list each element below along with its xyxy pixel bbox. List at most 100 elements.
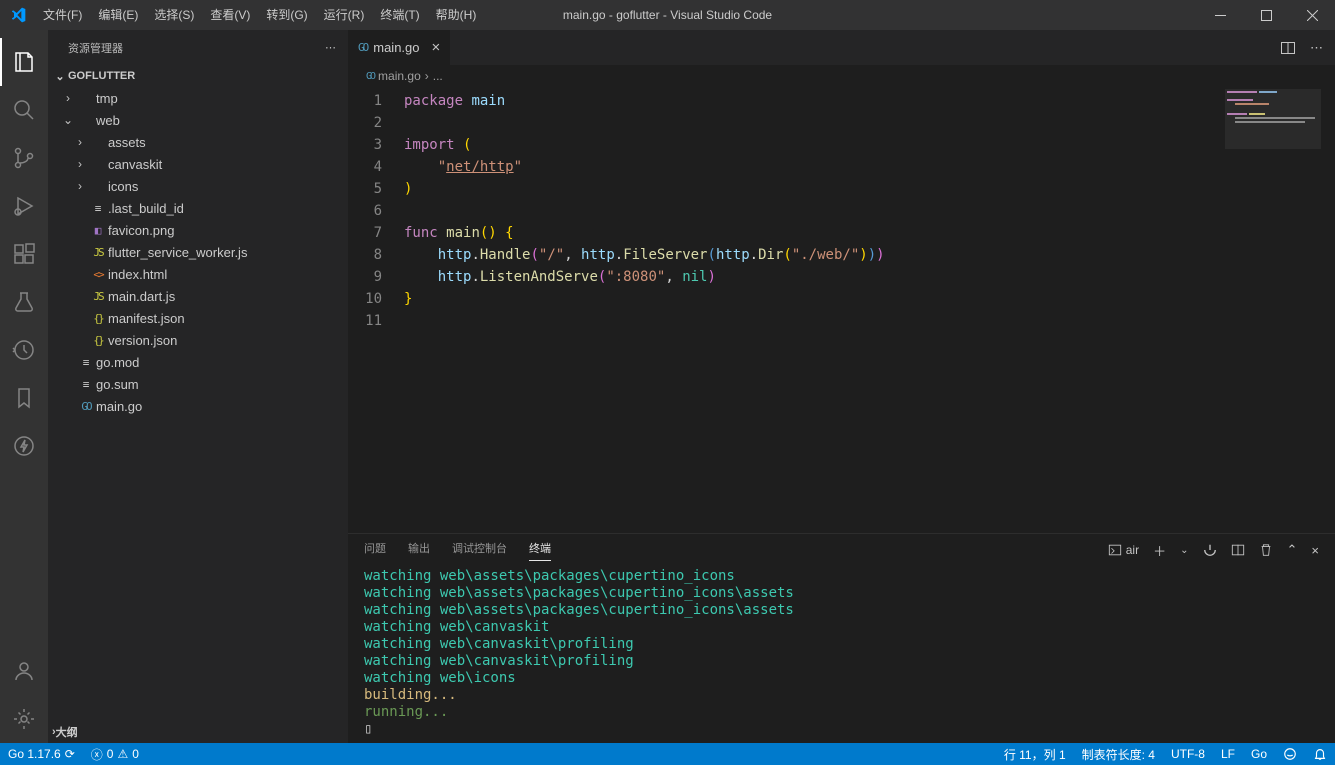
search-icon[interactable] bbox=[0, 86, 48, 134]
new-terminal-icon[interactable]: ＋ bbox=[1153, 541, 1166, 560]
tree-item-label: favicon.png bbox=[108, 223, 175, 238]
maximize-panel-icon[interactable]: ⌃ bbox=[1287, 542, 1298, 558]
twistie-icon: › bbox=[72, 135, 88, 149]
split-terminal-icon[interactable] bbox=[1231, 543, 1245, 557]
breadcrumbs[interactable]: GO main.go › ... bbox=[348, 65, 1335, 87]
panel-tab[interactable]: 输出 bbox=[408, 540, 430, 561]
bookmark-icon[interactable] bbox=[0, 374, 48, 422]
warning-icon: ⚠ bbox=[117, 747, 128, 761]
terminal-profile[interactable]: air bbox=[1108, 543, 1139, 557]
twistie-icon: › bbox=[72, 157, 88, 171]
chevron-right-icon: › bbox=[425, 69, 429, 83]
account-icon[interactable] bbox=[0, 647, 48, 695]
tree-item-label: .last_build_id bbox=[108, 201, 184, 216]
tree-item[interactable]: ≡go.mod bbox=[48, 351, 348, 373]
twistie-icon: › bbox=[60, 91, 76, 105]
terminal-body[interactable]: watching web\assets\packages\cupertino_i… bbox=[348, 566, 1335, 743]
menu-item[interactable]: 帮助(H) bbox=[428, 0, 485, 30]
tree-item-label: index.html bbox=[108, 267, 167, 282]
status-language[interactable]: Go bbox=[1243, 746, 1275, 763]
tree-item-label: manifest.json bbox=[108, 311, 185, 326]
run-debug-icon[interactable] bbox=[0, 182, 48, 230]
panel-tab[interactable]: 问题 bbox=[364, 540, 386, 561]
tree-item[interactable]: JSmain.dart.js bbox=[48, 285, 348, 307]
tree-item[interactable]: ◧favicon.png bbox=[48, 219, 348, 241]
tree-item[interactable]: ›icons bbox=[48, 175, 348, 197]
tree-item[interactable]: › canvaskit bbox=[48, 153, 348, 175]
sidebar: 资源管理器 ⋯ ⌄ GOFLUTTER ›tmp⌄web›assets›canv… bbox=[48, 30, 348, 743]
tree-item-label: main.dart.js bbox=[108, 289, 175, 304]
tree-item-label: main.go bbox=[96, 399, 142, 414]
split-editor-icon[interactable] bbox=[1280, 40, 1296, 56]
maximize-button[interactable] bbox=[1243, 0, 1289, 30]
tree-item[interactable]: GOmain.go bbox=[48, 395, 348, 417]
file-icon: <> bbox=[88, 268, 108, 281]
outline-header[interactable]: › 大纲 bbox=[48, 721, 348, 743]
file-tree: ›tmp⌄web›assets›canvaskit›icons≡.last_bu… bbox=[48, 87, 348, 417]
status-feedback-icon[interactable] bbox=[1275, 746, 1305, 763]
close-button[interactable] bbox=[1289, 0, 1335, 30]
tree-item[interactable]: ⌄ web bbox=[48, 109, 348, 131]
project-header[interactable]: ⌄ GOFLUTTER bbox=[48, 65, 348, 87]
twistie-icon: ⌄ bbox=[60, 113, 76, 127]
sidebar-more-icon[interactable]: ⋯ bbox=[325, 41, 336, 54]
status-problems[interactable]: ⓧ0 ⚠0 bbox=[83, 746, 147, 763]
close-tab-icon[interactable]: × bbox=[432, 39, 441, 56]
menu-item[interactable]: 转到(G) bbox=[258, 0, 315, 30]
tree-item[interactable]: JSflutter_service_worker.js bbox=[48, 241, 348, 263]
file-icon: ≡ bbox=[88, 202, 108, 215]
panel-tab[interactable]: 终端 bbox=[529, 540, 551, 561]
menu-item[interactable]: 编辑(E) bbox=[90, 0, 146, 30]
tree-item[interactable]: › tmp bbox=[48, 87, 348, 109]
kill-terminal-icon[interactable] bbox=[1203, 543, 1217, 557]
status-go-version[interactable]: Go 1.17.6⟳ bbox=[0, 747, 83, 761]
tree-item-label: go.mod bbox=[96, 355, 139, 370]
tree-item-label: web bbox=[96, 113, 120, 128]
close-panel-icon[interactable]: × bbox=[1311, 543, 1319, 558]
breadcrumb-more: ... bbox=[433, 69, 443, 83]
tree-item[interactable]: ≡go.sum bbox=[48, 373, 348, 395]
terminal-dropdown-icon[interactable]: ⌄ bbox=[1180, 545, 1188, 556]
twistie-icon: › bbox=[72, 179, 88, 193]
minimap[interactable] bbox=[1225, 89, 1321, 159]
file-icon: {} bbox=[88, 334, 108, 347]
tree-item-label: tmp bbox=[96, 91, 118, 106]
menu-item[interactable]: 选择(S) bbox=[146, 0, 202, 30]
tree-item[interactable]: {}manifest.json bbox=[48, 307, 348, 329]
error-icon: ⓧ bbox=[91, 746, 103, 763]
tree-item[interactable]: ≡.last_build_id bbox=[48, 197, 348, 219]
code-area[interactable]: package main import ( "net/http") func m… bbox=[404, 87, 1335, 533]
tree-item-label: canvaskit bbox=[108, 157, 162, 172]
extensions-icon[interactable] bbox=[0, 230, 48, 278]
status-cursor-pos[interactable]: 行 11，列 1 bbox=[996, 746, 1074, 763]
tree-item[interactable]: {}version.json bbox=[48, 329, 348, 351]
thunder-icon[interactable] bbox=[0, 422, 48, 470]
tree-item[interactable]: ›assets bbox=[48, 131, 348, 153]
panel: 问题 输出 调试控制台 终端 air ＋ ⌄ ⌃ × watching web\ass… bbox=[348, 533, 1335, 743]
status-encoding[interactable]: UTF-8 bbox=[1163, 746, 1213, 763]
status-eol[interactable]: LF bbox=[1213, 746, 1243, 763]
menu-item[interactable]: 查看(V) bbox=[202, 0, 258, 30]
file-icon: GO bbox=[76, 400, 96, 413]
history-icon[interactable] bbox=[0, 326, 48, 374]
line-gutter: 1234567891011 bbox=[348, 87, 404, 533]
trash-icon[interactable] bbox=[1259, 543, 1273, 557]
settings-gear-icon[interactable] bbox=[0, 695, 48, 743]
panel-tab[interactable]: 调试控制台 bbox=[452, 540, 507, 561]
source-control-icon[interactable] bbox=[0, 134, 48, 182]
file-icon: JS bbox=[88, 246, 108, 259]
explorer-icon[interactable] bbox=[0, 38, 48, 86]
status-indent[interactable]: 制表符长度: 4 bbox=[1074, 746, 1163, 763]
minimize-button[interactable] bbox=[1197, 0, 1243, 30]
menu-item[interactable]: 文件(F) bbox=[35, 0, 90, 30]
status-bell-icon[interactable] bbox=[1305, 746, 1335, 763]
testing-icon[interactable] bbox=[0, 278, 48, 326]
tree-item[interactable]: <>index.html bbox=[48, 263, 348, 285]
menu-item[interactable]: 运行(R) bbox=[316, 0, 373, 30]
tab-label: main.go bbox=[373, 40, 419, 55]
editor-body[interactable]: 1234567891011 package main import ( "net… bbox=[348, 87, 1335, 533]
menu-item[interactable]: 终端(T) bbox=[372, 0, 427, 30]
editor-tab[interactable]: GO main.go × bbox=[348, 30, 451, 65]
panel-tabs: 问题 输出 调试控制台 终端 air ＋ ⌄ ⌃ × bbox=[348, 534, 1335, 566]
more-actions-icon[interactable]: ⋯ bbox=[1310, 40, 1323, 56]
